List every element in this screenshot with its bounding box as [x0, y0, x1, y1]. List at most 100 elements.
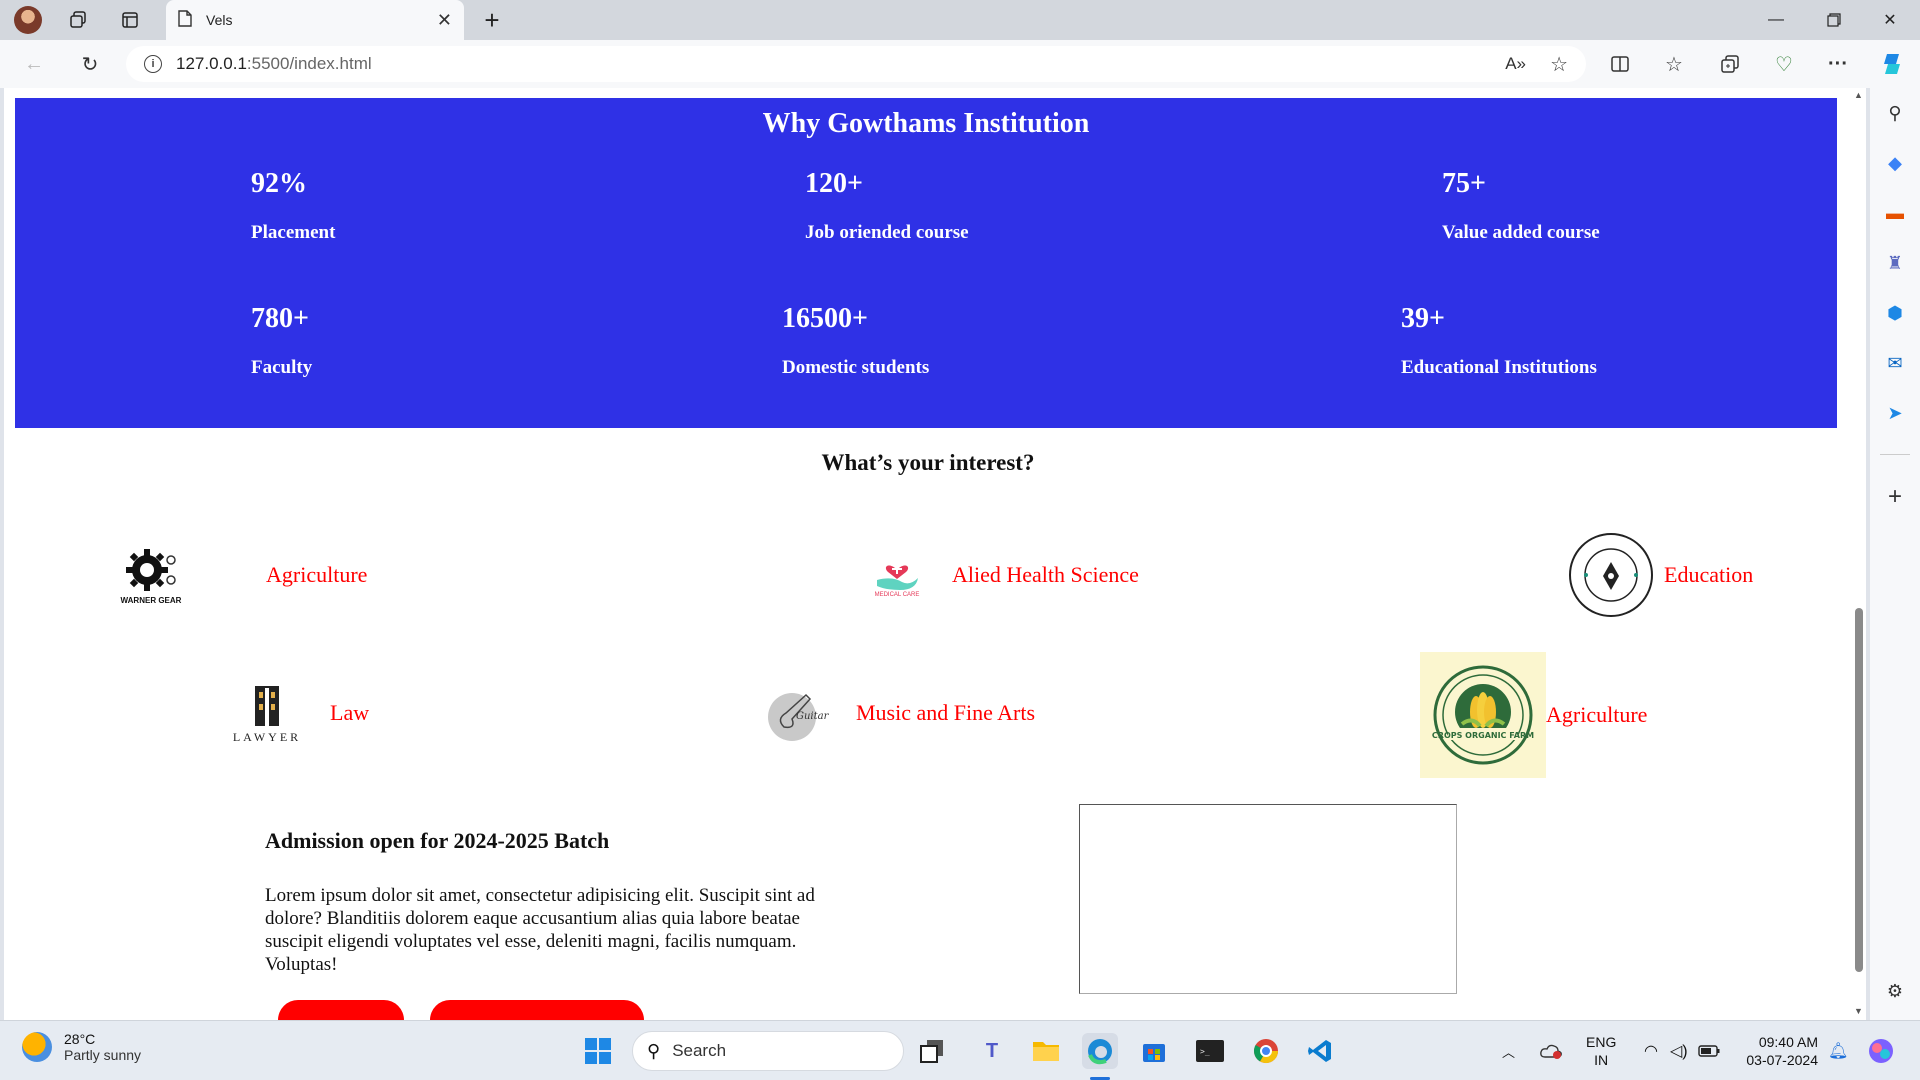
stat-label: Educational Institutions: [1401, 357, 1597, 378]
interest-agriculture-2[interactable]: CROPS ORGANIC FARM Agriculture: [1420, 652, 1647, 778]
interest-law[interactable]: LAWYER Law: [230, 668, 369, 758]
new-tab-icon[interactable]: +: [472, 0, 512, 40]
favorite-star-icon[interactable]: ☆: [1550, 52, 1568, 77]
page-viewport: Why Gowthams Institution 92% Placement 1…: [4, 88, 1866, 1020]
clock-date: 03-07-2024: [1746, 1052, 1818, 1068]
onedrive-status-icon[interactable]: [1540, 1021, 1562, 1080]
interest-name[interactable]: Education: [1664, 562, 1753, 588]
task-view-icon[interactable]: [914, 1033, 950, 1069]
close-tab-icon[interactable]: ✕: [437, 10, 452, 31]
url-host: 127.0.0.1: [176, 54, 247, 73]
gear-icon: WARNER GEAR: [104, 530, 198, 620]
outlook-icon[interactable]: ✉: [1880, 348, 1910, 378]
page-scrollbar[interactable]: ▲ ▼: [1852, 88, 1866, 1020]
microsoft365-icon[interactable]: ⬢: [1880, 298, 1910, 328]
start-windows-icon[interactable]: [580, 1033, 616, 1069]
stat-number: 780+: [251, 303, 309, 334]
stat-number: 120+: [805, 168, 863, 199]
stat-number: 39+: [1401, 303, 1445, 334]
tab-actions-icon[interactable]: [112, 0, 148, 40]
tab-vels[interactable]: Vels ✕: [166, 0, 464, 40]
site-info-icon[interactable]: i: [144, 55, 162, 73]
interest-name[interactable]: Music and Fine Arts: [856, 700, 1035, 726]
favorites-icon[interactable]: ☆: [1656, 46, 1692, 82]
split-screen-icon[interactable]: [1602, 46, 1638, 82]
scroll-thumb[interactable]: [1855, 608, 1863, 972]
copilot-pre-icon[interactable]: [1866, 1021, 1896, 1080]
close-window-icon[interactable]: ✕: [1862, 0, 1918, 40]
back-icon[interactable]: ←: [16, 46, 52, 82]
sidebar-settings-icon[interactable]: ⚙: [1880, 976, 1910, 1006]
store-icon[interactable]: [1136, 1033, 1172, 1069]
admission-primary-button[interactable]: [278, 1000, 404, 1020]
copilot-icon[interactable]: [1874, 46, 1910, 82]
read-aloud-icon[interactable]: A»: [1505, 54, 1526, 74]
edge-browser-icon[interactable]: [1082, 1033, 1118, 1069]
stat-placement: 92% Placement: [251, 168, 335, 244]
show-hidden-icons[interactable]: ︿: [1502, 1021, 1515, 1080]
profile-avatar[interactable]: [14, 6, 42, 34]
stat-label: Job oriended course: [805, 222, 969, 243]
interest-name[interactable]: Alied Health Science: [952, 562, 1139, 588]
language-indicator[interactable]: ENG IN: [1586, 1021, 1616, 1080]
battery-icon[interactable]: [1698, 1021, 1720, 1080]
volume-icon[interactable]: ◁): [1670, 1021, 1688, 1080]
file-explorer-icon[interactable]: [1028, 1033, 1064, 1069]
workspaces-icon[interactable]: [60, 0, 96, 40]
refresh-icon[interactable]: ↻: [72, 46, 108, 82]
taskbar-search[interactable]: ⚲ Search: [632, 1031, 904, 1071]
building-icon: LAWYER: [230, 668, 304, 758]
admission-secondary-button[interactable]: [430, 1000, 644, 1020]
url-path: :5500/index.html: [246, 54, 372, 73]
interest-name[interactable]: Agriculture: [266, 562, 367, 588]
drop-icon[interactable]: ➤: [1880, 398, 1910, 428]
add-sidebar-app-icon[interactable]: +: [1880, 482, 1910, 512]
stat-label: Domestic students: [782, 357, 930, 378]
interest-agriculture[interactable]: WARNER GEAR Agriculture: [104, 530, 367, 620]
stats-heading: Why Gowthams Institution: [762, 108, 1090, 139]
notification-bell-icon[interactable]: 🔔︎: [1828, 1021, 1848, 1080]
logo-text: MEDICAL CARE: [874, 592, 920, 598]
weather-widget[interactable]: 28°C Partly sunny: [22, 1031, 141, 1063]
games-icon[interactable]: ♜: [1880, 248, 1910, 278]
guitar-icon: Guitar: [764, 668, 848, 758]
interest-education[interactable]: Education: [1566, 530, 1753, 620]
minimize-icon[interactable]: —: [1748, 0, 1804, 40]
language-code: ENG: [1586, 1034, 1617, 1050]
shopping-tag-icon[interactable]: ◆: [1880, 148, 1910, 178]
interest-name[interactable]: Agriculture: [1546, 702, 1647, 728]
svg-text:>_: >_: [1200, 1047, 1210, 1056]
stat-number: 92%: [251, 168, 307, 199]
address-bar[interactable]: i 127.0.0.1:5500/index.html A» ☆: [126, 46, 1586, 82]
chrome-icon[interactable]: [1248, 1033, 1284, 1069]
svg-text:CROPS ORGANIC FARM: CROPS ORGANIC FARM: [1432, 731, 1534, 740]
stat-number: 16500+: [782, 303, 868, 334]
tools-briefcase-icon[interactable]: ▬: [1880, 198, 1910, 228]
search-placeholder: Search: [672, 1041, 727, 1060]
edge-sidebar: ⚲ ◆ ▬ ♜ ⬢ ✉ ➤ + ⚙: [1870, 88, 1920, 1020]
browser-titlebar: Vels ✕ + — ✕: [0, 0, 1920, 40]
region-code: IN: [1594, 1052, 1609, 1068]
browser-essentials-icon[interactable]: ♡: [1766, 46, 1802, 82]
stat-label: Placement: [251, 222, 336, 243]
sidebar-search-icon[interactable]: ⚲: [1880, 98, 1910, 128]
teams-icon[interactable]: T: [974, 1033, 1010, 1069]
vscode-icon[interactable]: [1302, 1033, 1338, 1069]
more-menu-icon[interactable]: ···: [1820, 46, 1856, 82]
heart-hand-icon: MEDICAL CARE: [864, 530, 930, 620]
restore-icon[interactable]: [1806, 0, 1862, 40]
interest-name[interactable]: Law: [330, 700, 369, 726]
interest-health-science[interactable]: MEDICAL CARE Alied Health Science: [864, 530, 1139, 620]
scroll-up-icon[interactable]: ▲: [1854, 90, 1863, 100]
stat-domestic-students: 16500+ Domestic students: [782, 303, 929, 379]
logo-text: LAWYER: [232, 729, 302, 744]
terminal-icon[interactable]: >_: [1192, 1033, 1228, 1069]
collections-icon[interactable]: [1712, 46, 1748, 82]
wifi-icon[interactable]: ◠: [1644, 1021, 1658, 1080]
pen-nib-icon: [1566, 530, 1656, 620]
stat-faculty: 780+ Faculty: [251, 303, 312, 379]
browser-navbar: ← ↻ i 127.0.0.1:5500/index.html A» ☆ ☆ ♡…: [0, 40, 1920, 88]
clock[interactable]: 09:40 AM 03-07-2024: [1738, 1021, 1818, 1080]
interest-music-arts[interactable]: Guitar Music and Fine Arts: [764, 668, 1035, 758]
scroll-down-icon[interactable]: ▼: [1854, 1006, 1863, 1016]
